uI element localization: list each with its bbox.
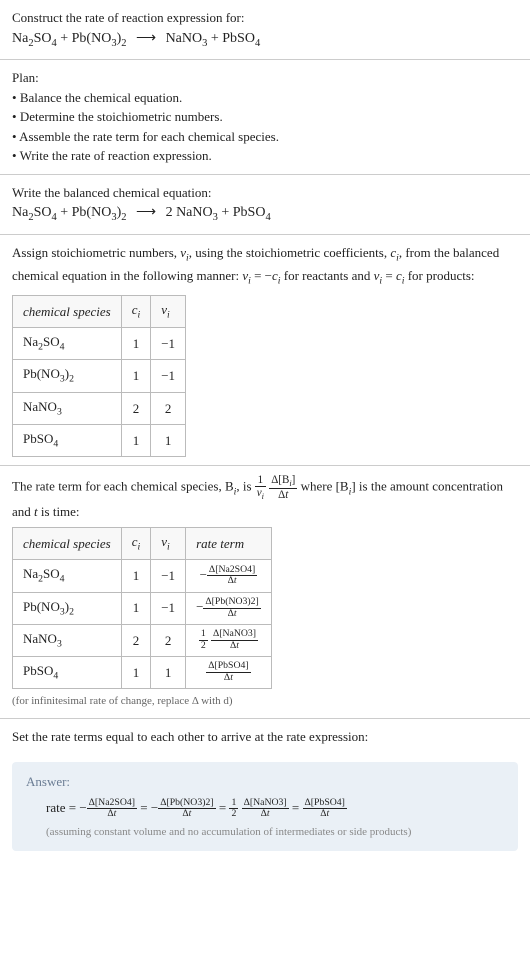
fraction: Δ[Bi]Δt [269, 474, 297, 501]
plan-item: Write the rate of reaction expression. [12, 146, 518, 166]
table-header: ci [121, 528, 151, 560]
plan-title: Plan: [12, 68, 518, 88]
setequal-section: Set the rate terms equal to each other t… [0, 719, 530, 755]
balanced-section: Write the balanced chemical equation: Na… [0, 175, 530, 234]
assign-section: Assign stoichiometric numbers, νi, using… [0, 235, 530, 466]
arrow-icon: ⟶ [136, 28, 156, 49]
rate-term-cell: −Δ[Na2SO4]Δt [186, 560, 272, 592]
rateterm-section: The rate term for each chemical species,… [0, 466, 530, 718]
prompt-section: Construct the rate of reaction expressio… [0, 0, 530, 59]
species-cell: NaNO3 [13, 392, 122, 424]
assign-text: Assign stoichiometric numbers, νi, using… [12, 243, 518, 289]
rate-term-cell: −Δ[Pb(NO3)2]Δt [186, 592, 272, 624]
prompt-title: Construct the rate of reaction expressio… [12, 8, 518, 28]
rate-term-cell: Δ[PbSO4]Δt [186, 656, 272, 688]
table-header: chemical species [13, 528, 122, 560]
plan-item: Assemble the rate term for each chemical… [12, 127, 518, 147]
table-header-row: chemical species ci νi rate term [13, 528, 272, 560]
table-header: νi [151, 528, 186, 560]
table-row: NaNO3 2 2 12 Δ[NaNO3]Δt [13, 624, 272, 656]
plan-list: Balance the chemical equation. Determine… [12, 88, 518, 166]
table-header: ci [121, 296, 151, 328]
species-cell: PbSO4 [13, 424, 122, 456]
answer-box: Answer: rate = −Δ[Na2SO4]Δt = −Δ[Pb(NO3)… [12, 762, 518, 850]
table-row: NaNO322 [13, 392, 186, 424]
table-row: Na2SO41−1 [13, 328, 186, 360]
table-header: rate term [186, 528, 272, 560]
table-header-row: chemical species ci νi [13, 296, 186, 328]
plan-item: Balance the chemical equation. [12, 88, 518, 108]
species-cell: Pb(NO3)2 [13, 592, 122, 624]
table-row: PbSO4 1 1 Δ[PbSO4]Δt [13, 656, 272, 688]
arrow-icon: ⟶ [136, 202, 156, 223]
answer-expression: rate = −Δ[Na2SO4]Δt = −Δ[Pb(NO3)2]Δt = 1… [26, 798, 504, 820]
species-cell: Pb(NO3)2 [13, 360, 122, 392]
rateterm-text: The rate term for each chemical species,… [12, 474, 518, 521]
answer-assumption: (assuming constant volume and no accumul… [26, 824, 504, 841]
unbalanced-equation: Na2SO4 + Pb(NO3)2 ⟶ NaNO3 + PbSO4 [12, 28, 518, 52]
table-header: chemical species [13, 296, 122, 328]
table-row: PbSO411 [13, 424, 186, 456]
species-cell: NaNO3 [13, 624, 122, 656]
table-header: νi [151, 296, 186, 328]
setequal-text: Set the rate terms equal to each other t… [12, 727, 518, 747]
table-row: Pb(NO3)21−1 [13, 360, 186, 392]
rate-term-cell: 12 Δ[NaNO3]Δt [186, 624, 272, 656]
infinitesimal-note: (for infinitesimal rate of change, repla… [12, 693, 518, 710]
species-cell: Na2SO4 [13, 560, 122, 592]
species-cell: PbSO4 [13, 656, 122, 688]
fraction: 1νi [255, 474, 266, 501]
plan-item: Determine the stoichiometric numbers. [12, 107, 518, 127]
balanced-equation: Na2SO4 + Pb(NO3)2 ⟶ 2 NaNO3 + PbSO4 [12, 202, 518, 226]
plan-section: Plan: Balance the chemical equation. Det… [0, 60, 530, 174]
rateterm-table: chemical species ci νi rate term Na2SO4 … [12, 527, 272, 689]
table-row: Pb(NO3)2 1 −1 −Δ[Pb(NO3)2]Δt [13, 592, 272, 624]
species-cell: Na2SO4 [13, 328, 122, 360]
answer-label: Answer: [26, 772, 504, 792]
balanced-title: Write the balanced chemical equation: [12, 183, 518, 203]
table-row: Na2SO4 1 −1 −Δ[Na2SO4]Δt [13, 560, 272, 592]
stoich-table: chemical species ci νi Na2SO41−1 Pb(NO3)… [12, 295, 186, 457]
